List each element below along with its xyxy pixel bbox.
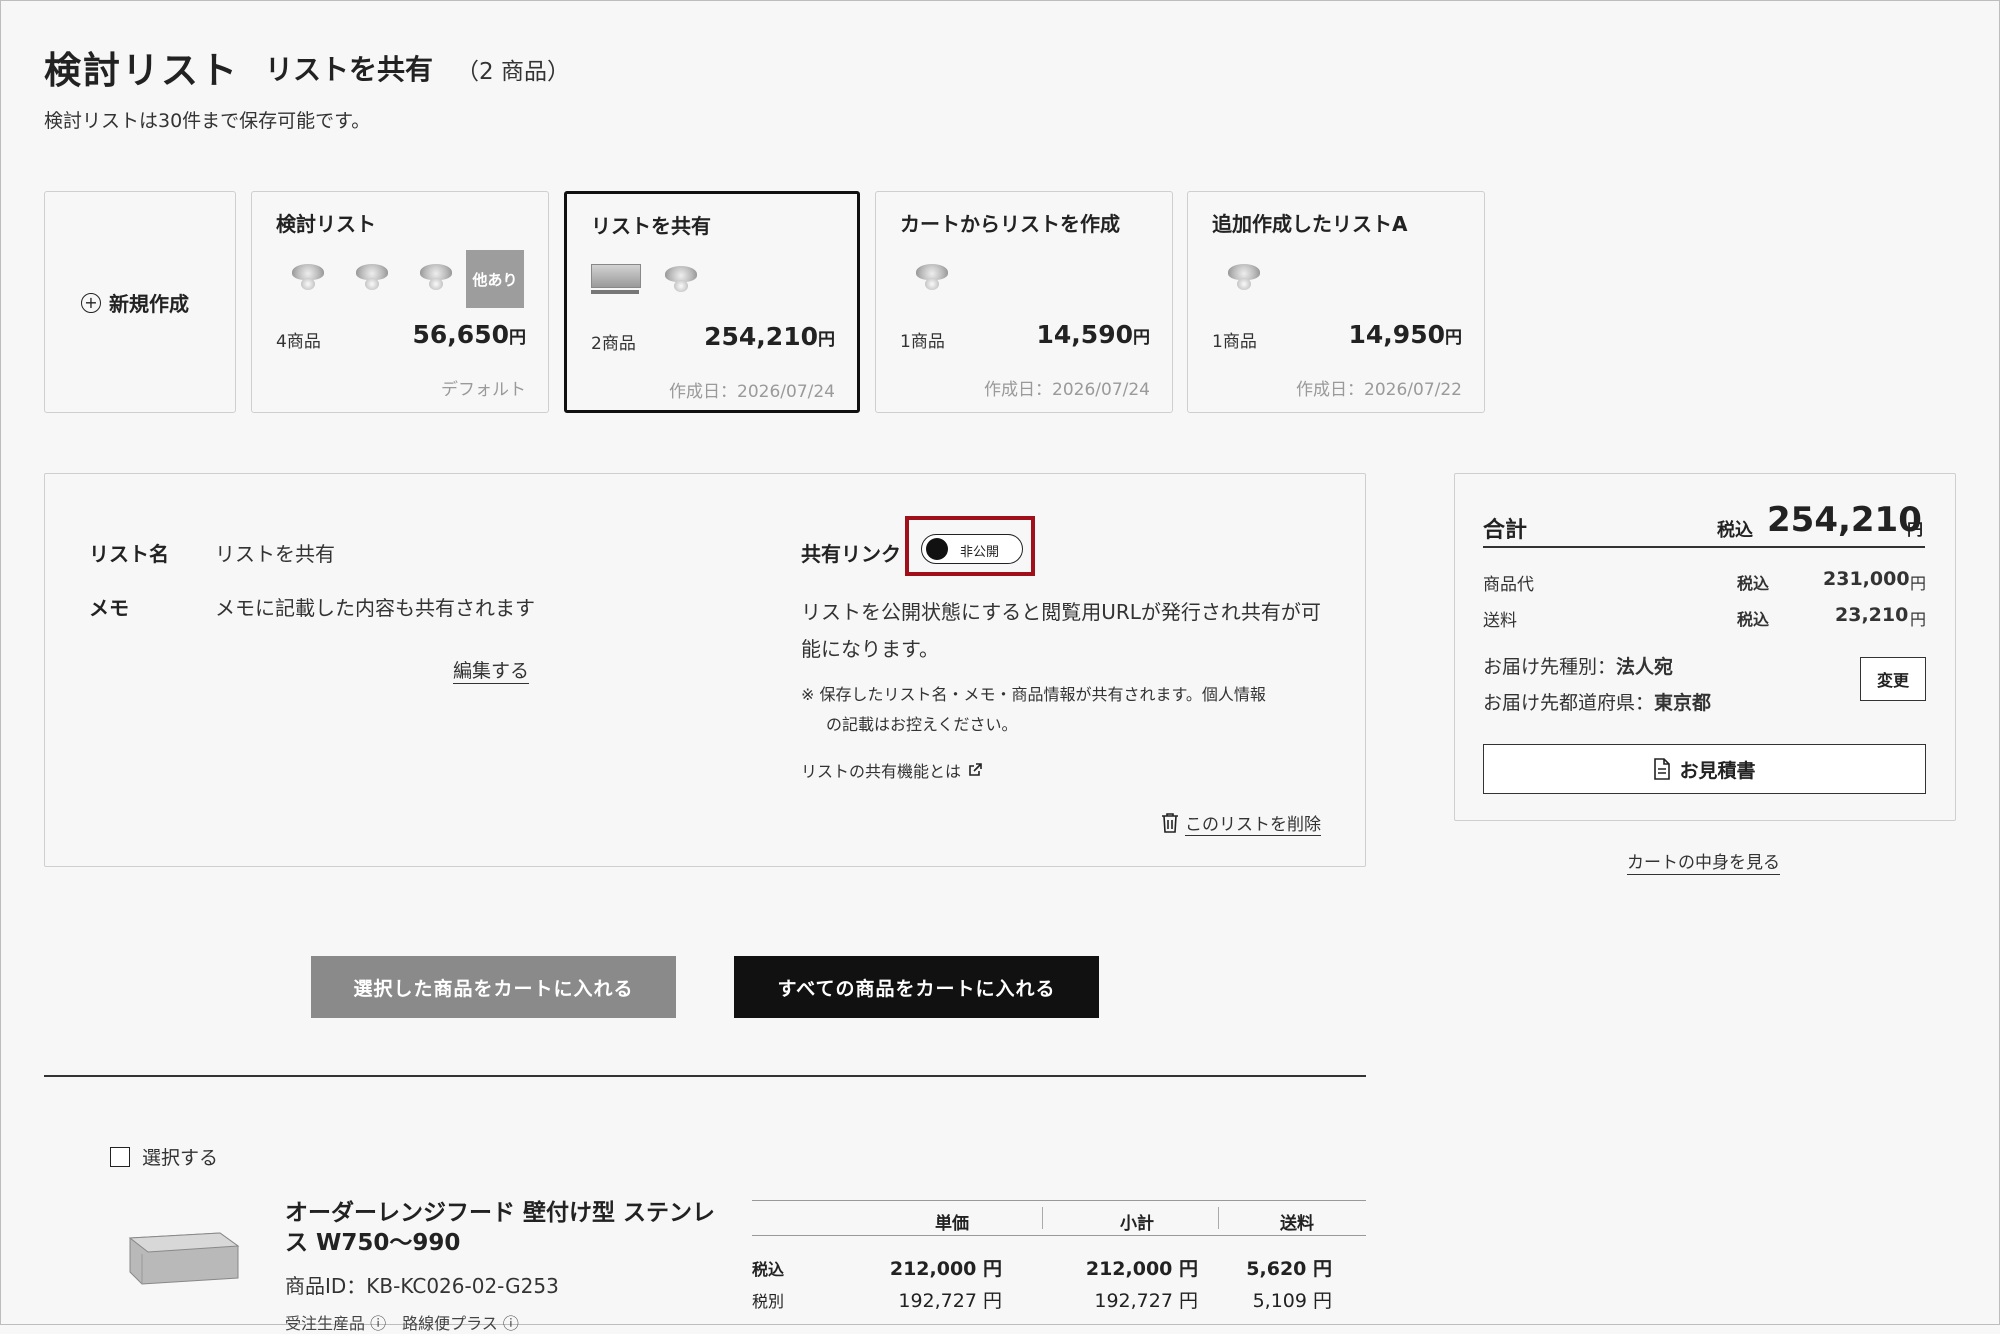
price-table-header: 単価 小計 送料 — [752, 1200, 1366, 1236]
list-card-price: 56,650円 — [412, 320, 526, 349]
list-card-shared[interactable]: リストを共有 2商品 254,210円 作成日：2026/07/24 — [564, 191, 860, 413]
list-card-price: 14,950円 — [1348, 320, 1462, 349]
unit-price-tax-ex: 192,727 円 — [898, 1290, 1002, 1312]
share-note-line2: の記載はお控えください。 — [826, 715, 1018, 734]
tax-excluded-label: 税別 — [752, 1292, 785, 1311]
subtotal-tax-ex: 192,727 円 — [1094, 1290, 1198, 1312]
external-link-icon — [969, 763, 982, 776]
item-count: （2 商品） — [456, 59, 570, 85]
tax-included-label: 税込 — [752, 1260, 785, 1279]
shipping-tax-in: 5,620 円 — [1246, 1258, 1332, 1280]
list-card-name: カートからリストを作成 — [900, 212, 1120, 236]
view-cart-link[interactable]: カートの中身を見る — [1627, 848, 1780, 873]
share-link-label: 共有リンク — [801, 542, 901, 566]
share-description: リストを公開状態にすると閲覧用URLが発行され共有が可能になります。 — [801, 600, 1321, 661]
list-card-date: 作成日：2026/07/24 — [669, 382, 835, 402]
shipping-row: 送料 税込 23,210 円 — [1483, 604, 1927, 631]
list-card-item-count: 1商品 — [900, 332, 945, 352]
list-card-date: 作成日：2026/07/24 — [984, 380, 1150, 400]
share-toggle[interactable]: 非公開 — [921, 534, 1023, 564]
page-title: 検討リスト — [44, 49, 239, 92]
toggle-knob — [926, 538, 948, 560]
subtotal-tax-in: 212,000 円 — [1085, 1258, 1198, 1280]
product-id: 商品ID：KB-KC026-02-G253 — [285, 1274, 559, 1298]
list-card-name: 追加作成したリストA — [1212, 212, 1408, 236]
ceiling-light-image — [288, 264, 328, 294]
select-checkbox[interactable]: 選択する — [110, 1143, 218, 1170]
list-card-default[interactable]: 検討リスト 他あり 4商品 56,650円 デフォルト — [251, 191, 549, 413]
list-card-item-count: 1商品 — [1212, 332, 1257, 352]
more-items-badge: 他あり — [466, 250, 524, 308]
plus-circle-icon: + — [81, 292, 101, 313]
list-card-name: 検討リスト — [276, 212, 376, 236]
list-name-label: リスト名 — [89, 542, 169, 566]
range-hood-product-image — [128, 1232, 240, 1285]
select-label: 選択する — [142, 1147, 219, 1169]
share-note: ※ 保存したリスト名・メモ・商品情報が共有されます。個人情報 の記載はお控えくだ… — [801, 680, 1336, 740]
new-list-label: + 新規作成 — [81, 288, 189, 317]
delete-list-link[interactable]: このリストを削除 — [1161, 810, 1321, 835]
share-help-link[interactable]: リストの共有機能とは — [801, 758, 983, 782]
range-hood-image — [591, 264, 641, 288]
total-yen: 円 — [1907, 520, 1924, 539]
list-card-price: 254,210円 — [704, 322, 835, 351]
ceiling-light-image — [912, 264, 952, 294]
change-button[interactable]: 変更 — [1860, 657, 1926, 701]
product-tags: 受注生産品 ⓘ 路線便プラス ⓘ — [285, 1314, 519, 1333]
list-name-value: リストを共有 — [215, 542, 335, 566]
list-detail-panel: リスト名 リストを共有 メモ メモに記載した内容も共有されます 編集する 共有リ… — [44, 473, 1366, 867]
order-summary: 合計 税込 254,210 円 商品代 税込 231,000 円 送料 税込 2… — [1454, 473, 1956, 821]
destination-type: お届け先種別：法人宛 — [1483, 656, 1674, 678]
summary-total-row: 合計 税込 254,210 円 — [1483, 500, 1925, 548]
current-list-name: リストを共有 — [265, 53, 434, 86]
checkbox-box[interactable] — [110, 1146, 130, 1167]
ceiling-light-image — [661, 266, 701, 296]
list-card-item-count: 2商品 — [591, 334, 636, 354]
list-card-price: 14,590円 — [1036, 320, 1150, 349]
total-tax-label: 税込 — [1717, 520, 1753, 541]
edit-link[interactable]: 編集する — [453, 656, 529, 683]
trash-icon — [1162, 812, 1178, 833]
total-price: 254,210 — [1767, 500, 1922, 540]
list-card-from-cart[interactable]: カートからリストを作成 1商品 14,590円 作成日：2026/07/24 — [875, 191, 1173, 413]
list-card-item-count: 4商品 — [276, 332, 321, 352]
toggle-state-label: 非公開 — [960, 545, 1000, 560]
list-card-date: 作成日：2026/07/22 — [1296, 380, 1462, 400]
shipping-tax-ex: 5,109 円 — [1252, 1290, 1332, 1312]
share-note-line1: ※ 保存したリスト名・メモ・商品情報が共有されます。個人情報 — [801, 685, 1266, 704]
document-icon — [1654, 758, 1671, 780]
col-subtotal: 小計 — [1120, 1214, 1154, 1234]
new-list-text: 新規作成 — [109, 292, 189, 316]
ceiling-light-image — [1224, 264, 1264, 294]
list-card-added-a[interactable]: 追加作成したリストA 1商品 14,950円 作成日：2026/07/22 — [1187, 191, 1485, 413]
add-all-to-cart-button[interactable]: すべての商品をカートに入れる — [734, 956, 1099, 1018]
col-unit-price: 単価 — [935, 1214, 969, 1234]
ceiling-light-image — [416, 264, 456, 294]
divider — [44, 1075, 1366, 1077]
col-shipping: 送料 — [1280, 1214, 1314, 1234]
list-limit-note: 検討リストは30件まで保存可能です。 — [44, 110, 371, 132]
memo-value: メモに記載した内容も共有されます — [215, 596, 535, 620]
total-label: 合計 — [1483, 518, 1528, 543]
unit-price-tax-in: 212,000 円 — [889, 1258, 1002, 1280]
new-list-card[interactable]: + 新規作成 — [44, 191, 236, 413]
list-card-footer: デフォルト — [441, 380, 526, 400]
quote-button[interactable]: お見積書 — [1483, 744, 1926, 794]
list-card-name: リストを共有 — [591, 214, 711, 238]
item-price-row: 商品代 税込 231,000 円 — [1483, 568, 1927, 595]
ceiling-light-image — [352, 264, 392, 294]
product-name[interactable]: オーダーレンジフード 壁付け型 ステンレス W750〜990 — [285, 1198, 725, 1258]
destination-prefecture: お届け先都道府県：東京都 — [1483, 692, 1712, 714]
highlight-box: 非公開 — [905, 516, 1035, 576]
memo-label: メモ — [89, 596, 129, 620]
add-selected-to-cart-button[interactable]: 選択した商品をカートに入れる — [311, 956, 676, 1018]
